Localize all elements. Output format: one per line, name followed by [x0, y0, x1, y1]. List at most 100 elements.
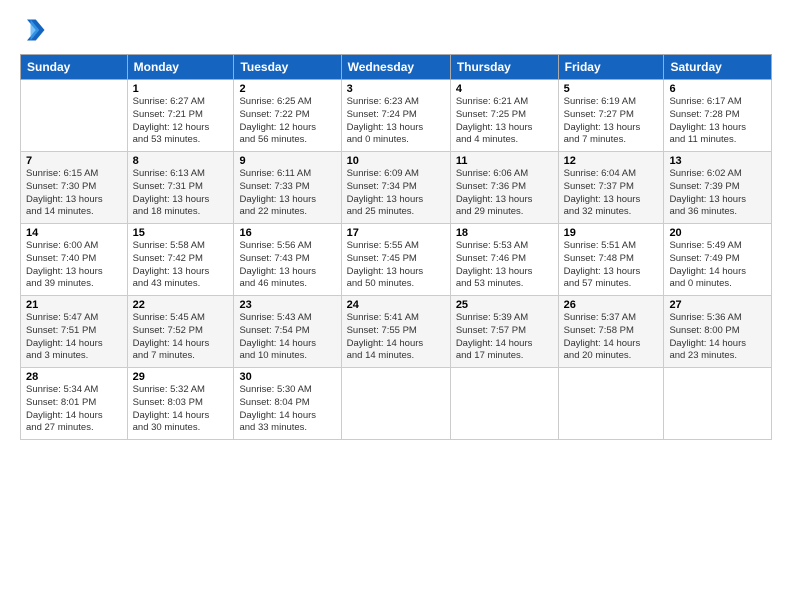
day-number: 13 — [669, 155, 766, 167]
calendar-cell: 1Sunrise: 6:27 AM Sunset: 7:21 PM Daylig… — [127, 80, 234, 152]
day-number: 25 — [456, 299, 553, 311]
day-number: 29 — [133, 371, 229, 383]
day-number: 15 — [133, 227, 229, 239]
day-info: Sunrise: 5:32 AM Sunset: 8:03 PM Dayligh… — [133, 384, 229, 435]
day-number: 30 — [239, 371, 335, 383]
day-info: Sunrise: 6:23 AM Sunset: 7:24 PM Dayligh… — [347, 96, 445, 147]
day-info: Sunrise: 6:17 AM Sunset: 7:28 PM Dayligh… — [669, 96, 766, 147]
calendar-cell: 29Sunrise: 5:32 AM Sunset: 8:03 PM Dayli… — [127, 368, 234, 440]
calendar-cell: 28Sunrise: 5:34 AM Sunset: 8:01 PM Dayli… — [21, 368, 128, 440]
day-info: Sunrise: 5:56 AM Sunset: 7:43 PM Dayligh… — [239, 240, 335, 291]
day-number: 5 — [564, 83, 659, 95]
calendar-cell: 22Sunrise: 5:45 AM Sunset: 7:52 PM Dayli… — [127, 296, 234, 368]
weekday-header-thursday: Thursday — [450, 55, 558, 80]
day-number: 10 — [347, 155, 445, 167]
week-row-3: 14Sunrise: 6:00 AM Sunset: 7:40 PM Dayli… — [21, 224, 772, 296]
weekday-header-sunday: Sunday — [21, 55, 128, 80]
day-number: 14 — [26, 227, 122, 239]
calendar-cell — [558, 368, 664, 440]
day-number: 19 — [564, 227, 659, 239]
day-info: Sunrise: 5:58 AM Sunset: 7:42 PM Dayligh… — [133, 240, 229, 291]
day-info: Sunrise: 5:51 AM Sunset: 7:48 PM Dayligh… — [564, 240, 659, 291]
calendar-cell: 2Sunrise: 6:25 AM Sunset: 7:22 PM Daylig… — [234, 80, 341, 152]
calendar-cell: 20Sunrise: 5:49 AM Sunset: 7:49 PM Dayli… — [664, 224, 772, 296]
day-number: 1 — [133, 83, 229, 95]
calendar-cell: 30Sunrise: 5:30 AM Sunset: 8:04 PM Dayli… — [234, 368, 341, 440]
calendar: SundayMondayTuesdayWednesdayThursdayFrid… — [20, 54, 772, 440]
weekday-header-friday: Friday — [558, 55, 664, 80]
weekday-header-wednesday: Wednesday — [341, 55, 450, 80]
calendar-cell: 13Sunrise: 6:02 AM Sunset: 7:39 PM Dayli… — [664, 152, 772, 224]
day-number: 20 — [669, 227, 766, 239]
weekday-header-tuesday: Tuesday — [234, 55, 341, 80]
week-row-1: 1Sunrise: 6:27 AM Sunset: 7:21 PM Daylig… — [21, 80, 772, 152]
day-number: 26 — [564, 299, 659, 311]
week-row-2: 7Sunrise: 6:15 AM Sunset: 7:30 PM Daylig… — [21, 152, 772, 224]
calendar-cell: 3Sunrise: 6:23 AM Sunset: 7:24 PM Daylig… — [341, 80, 450, 152]
day-number: 27 — [669, 299, 766, 311]
calendar-cell: 5Sunrise: 6:19 AM Sunset: 7:27 PM Daylig… — [558, 80, 664, 152]
page: SundayMondayTuesdayWednesdayThursdayFrid… — [0, 0, 792, 612]
day-info: Sunrise: 5:39 AM Sunset: 7:57 PM Dayligh… — [456, 312, 553, 363]
day-info: Sunrise: 6:06 AM Sunset: 7:36 PM Dayligh… — [456, 168, 553, 219]
day-number: 6 — [669, 83, 766, 95]
day-number: 18 — [456, 227, 553, 239]
day-info: Sunrise: 6:21 AM Sunset: 7:25 PM Dayligh… — [456, 96, 553, 147]
day-info: Sunrise: 5:49 AM Sunset: 7:49 PM Dayligh… — [669, 240, 766, 291]
day-info: Sunrise: 5:30 AM Sunset: 8:04 PM Dayligh… — [239, 384, 335, 435]
calendar-cell — [21, 80, 128, 152]
day-info: Sunrise: 6:11 AM Sunset: 7:33 PM Dayligh… — [239, 168, 335, 219]
day-info: Sunrise: 5:55 AM Sunset: 7:45 PM Dayligh… — [347, 240, 445, 291]
day-info: Sunrise: 5:45 AM Sunset: 7:52 PM Dayligh… — [133, 312, 229, 363]
header — [20, 16, 772, 44]
calendar-cell: 16Sunrise: 5:56 AM Sunset: 7:43 PM Dayli… — [234, 224, 341, 296]
day-number: 28 — [26, 371, 122, 383]
calendar-cell: 14Sunrise: 6:00 AM Sunset: 7:40 PM Dayli… — [21, 224, 128, 296]
weekday-header-row: SundayMondayTuesdayWednesdayThursdayFrid… — [21, 55, 772, 80]
calendar-cell: 6Sunrise: 6:17 AM Sunset: 7:28 PM Daylig… — [664, 80, 772, 152]
day-number: 17 — [347, 227, 445, 239]
week-row-4: 21Sunrise: 5:47 AM Sunset: 7:51 PM Dayli… — [21, 296, 772, 368]
day-number: 22 — [133, 299, 229, 311]
day-info: Sunrise: 5:37 AM Sunset: 7:58 PM Dayligh… — [564, 312, 659, 363]
calendar-cell: 26Sunrise: 5:37 AM Sunset: 7:58 PM Dayli… — [558, 296, 664, 368]
day-number: 16 — [239, 227, 335, 239]
weekday-header-saturday: Saturday — [664, 55, 772, 80]
day-number: 23 — [239, 299, 335, 311]
day-number: 3 — [347, 83, 445, 95]
day-number: 11 — [456, 155, 553, 167]
calendar-cell: 8Sunrise: 6:13 AM Sunset: 7:31 PM Daylig… — [127, 152, 234, 224]
day-info: Sunrise: 6:02 AM Sunset: 7:39 PM Dayligh… — [669, 168, 766, 219]
day-number: 21 — [26, 299, 122, 311]
calendar-cell: 9Sunrise: 6:11 AM Sunset: 7:33 PM Daylig… — [234, 152, 341, 224]
day-info: Sunrise: 6:04 AM Sunset: 7:37 PM Dayligh… — [564, 168, 659, 219]
calendar-cell — [450, 368, 558, 440]
day-number: 8 — [133, 155, 229, 167]
calendar-cell — [664, 368, 772, 440]
logo — [20, 16, 52, 44]
day-info: Sunrise: 6:27 AM Sunset: 7:21 PM Dayligh… — [133, 96, 229, 147]
calendar-cell: 27Sunrise: 5:36 AM Sunset: 8:00 PM Dayli… — [664, 296, 772, 368]
day-number: 4 — [456, 83, 553, 95]
day-info: Sunrise: 5:36 AM Sunset: 8:00 PM Dayligh… — [669, 312, 766, 363]
calendar-cell: 19Sunrise: 5:51 AM Sunset: 7:48 PM Dayli… — [558, 224, 664, 296]
day-info: Sunrise: 5:43 AM Sunset: 7:54 PM Dayligh… — [239, 312, 335, 363]
day-info: Sunrise: 6:00 AM Sunset: 7:40 PM Dayligh… — [26, 240, 122, 291]
calendar-cell: 10Sunrise: 6:09 AM Sunset: 7:34 PM Dayli… — [341, 152, 450, 224]
calendar-cell: 15Sunrise: 5:58 AM Sunset: 7:42 PM Dayli… — [127, 224, 234, 296]
calendar-cell: 25Sunrise: 5:39 AM Sunset: 7:57 PM Dayli… — [450, 296, 558, 368]
calendar-cell: 12Sunrise: 6:04 AM Sunset: 7:37 PM Dayli… — [558, 152, 664, 224]
day-info: Sunrise: 5:53 AM Sunset: 7:46 PM Dayligh… — [456, 240, 553, 291]
day-info: Sunrise: 5:41 AM Sunset: 7:55 PM Dayligh… — [347, 312, 445, 363]
day-info: Sunrise: 5:34 AM Sunset: 8:01 PM Dayligh… — [26, 384, 122, 435]
day-info: Sunrise: 6:19 AM Sunset: 7:27 PM Dayligh… — [564, 96, 659, 147]
day-info: Sunrise: 5:47 AM Sunset: 7:51 PM Dayligh… — [26, 312, 122, 363]
week-row-5: 28Sunrise: 5:34 AM Sunset: 8:01 PM Dayli… — [21, 368, 772, 440]
calendar-cell: 4Sunrise: 6:21 AM Sunset: 7:25 PM Daylig… — [450, 80, 558, 152]
logo-icon — [20, 16, 48, 44]
calendar-cell: 18Sunrise: 5:53 AM Sunset: 7:46 PM Dayli… — [450, 224, 558, 296]
day-info: Sunrise: 6:09 AM Sunset: 7:34 PM Dayligh… — [347, 168, 445, 219]
day-info: Sunrise: 6:15 AM Sunset: 7:30 PM Dayligh… — [26, 168, 122, 219]
day-number: 2 — [239, 83, 335, 95]
calendar-cell: 11Sunrise: 6:06 AM Sunset: 7:36 PM Dayli… — [450, 152, 558, 224]
